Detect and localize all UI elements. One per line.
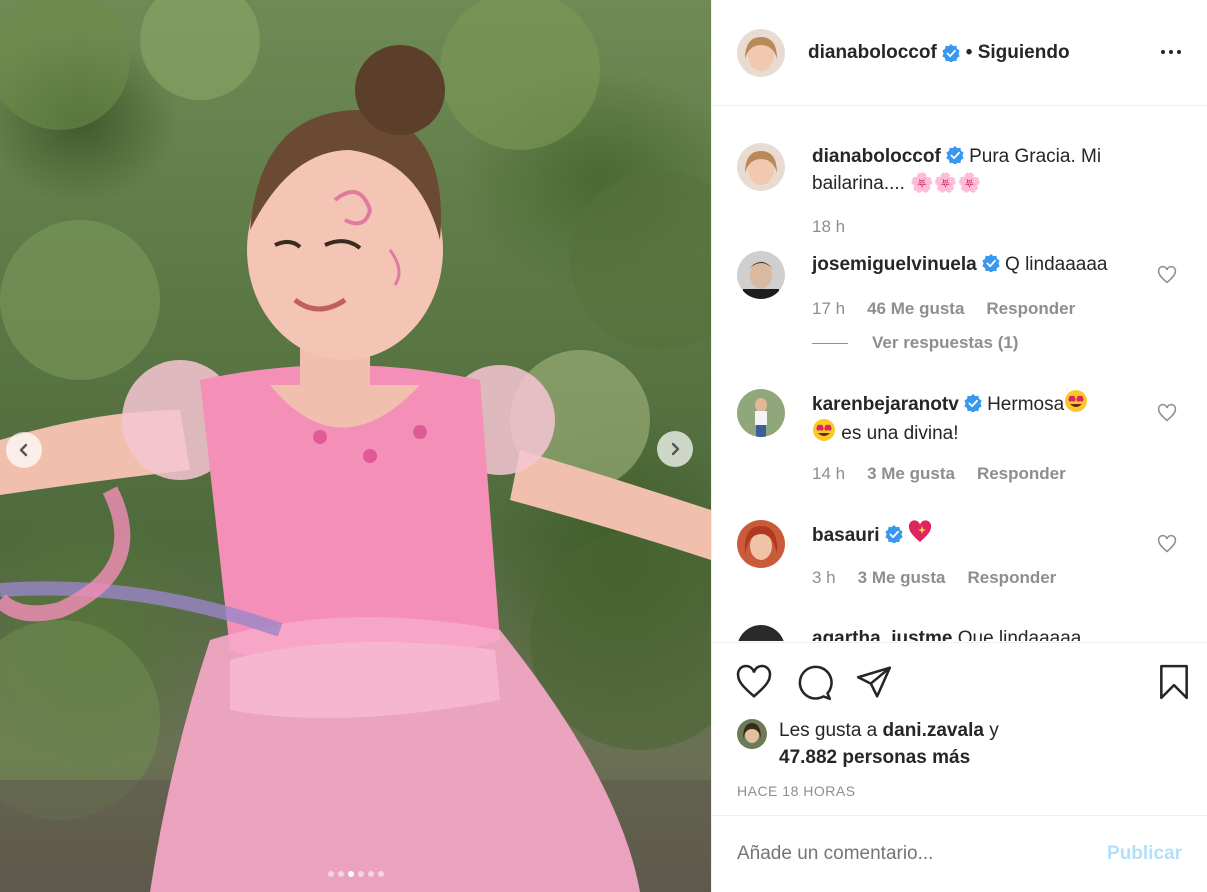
- likes-count[interactable]: 47.882 personas más: [779, 747, 970, 768]
- verified-badge-icon: [884, 525, 903, 543]
- caption-username[interactable]: dianaboloccof: [812, 146, 941, 167]
- comment-username[interactable]: agartha_justme: [812, 628, 952, 641]
- comment-body: josemiguelvinuela Q lindaaaaa: [812, 251, 1137, 278]
- replies-divider: [812, 342, 848, 344]
- carousel-next-button[interactable]: [657, 431, 693, 467]
- heart-eyes-emoji-icon: [1065, 390, 1088, 412]
- author-avatar[interactable]: [737, 143, 785, 191]
- verified-badge-icon: [942, 43, 960, 62]
- post-header: dianaboloccof • Siguiendo: [712, 0, 1207, 106]
- comment-username[interactable]: josemiguelvinuela: [812, 254, 977, 275]
- comment-text: Que lindaaaaa: [957, 628, 1082, 641]
- reply-button[interactable]: Responder: [977, 464, 1066, 483]
- comment-username[interactable]: karenbejaranotv: [812, 394, 959, 415]
- chevron-left-icon: [19, 443, 28, 457]
- reply-button[interactable]: Responder: [968, 568, 1057, 587]
- follow-status[interactable]: • Siguiendo: [966, 42, 1070, 64]
- comment-time: 17 h: [812, 299, 846, 318]
- comment-meta: 17 h 46 Me gusta Responder: [812, 299, 1075, 319]
- caption-time: 18 h: [812, 217, 846, 236]
- view-replies-button[interactable]: Ver respuestas (1): [812, 333, 1018, 353]
- more-dot-icon: [1161, 50, 1165, 54]
- comment-likes[interactable]: 46 Me gusta: [867, 299, 964, 318]
- carousel-dot-active: [347, 871, 354, 877]
- reply-button[interactable]: Responder: [986, 299, 1075, 318]
- likes-prefix: Les gusta a: [779, 720, 878, 741]
- comment-time: 14 h: [812, 464, 846, 483]
- comment-meta: 3 h 3 Me gusta Responder: [812, 568, 1056, 588]
- caption-emojis: 🌸🌸🌸: [910, 173, 982, 194]
- comment-body: basauri: [812, 520, 1137, 549]
- comment-text-continued: es una divina!: [841, 423, 959, 444]
- like-comment-heart-icon[interactable]: [1157, 265, 1177, 285]
- post-timestamp[interactable]: HACE 18 HORAS: [737, 783, 856, 799]
- comment-likes[interactable]: 3 Me gusta: [858, 568, 946, 587]
- more-options-button[interactable]: [1161, 42, 1185, 62]
- comment-meta: 14 h 3 Me gusta Responder: [812, 464, 1066, 484]
- like-heart-icon[interactable]: [735, 663, 773, 701]
- carousel-dot: [337, 871, 344, 877]
- like-comment-heart-icon[interactable]: [1157, 403, 1177, 423]
- carousel-dot: [357, 871, 364, 877]
- post-actions: Les gusta a dani.zavala y 47.882 persona…: [712, 642, 1207, 815]
- likes-summary: Les gusta a dani.zavala y 47.882 persona…: [737, 717, 999, 771]
- comment-text: Q lindaaaaa: [1005, 254, 1108, 275]
- post-comment-button[interactable]: Publicar: [1107, 843, 1182, 865]
- verified-badge-icon: [982, 254, 1000, 272]
- carousel-indicator: [0, 871, 711, 877]
- post-details-panel: dianaboloccof • Siguiendo dianaboloccof: [711, 0, 1207, 892]
- post-photo[interactable]: [0, 0, 711, 892]
- liker-avatar[interactable]: [737, 719, 767, 749]
- comment-body: karenbejaranotv Hermosa es una divina!: [812, 389, 1137, 447]
- sparkling-heart-emoji-icon: [908, 520, 931, 542]
- author-username[interactable]: dianaboloccof: [808, 42, 937, 64]
- commenter-avatar[interactable]: [737, 625, 785, 641]
- carousel-dot: [327, 871, 334, 877]
- save-bookmark-icon[interactable]: [1155, 663, 1193, 701]
- comment-bubble-icon[interactable]: [795, 664, 833, 702]
- carousel-dot: [377, 871, 384, 877]
- like-comment-heart-icon[interactable]: [1157, 534, 1177, 554]
- add-comment-bar: Publicar: [712, 815, 1207, 892]
- comment-time: 3 h: [812, 568, 836, 587]
- share-direct-icon[interactable]: [855, 663, 893, 701]
- commenter-avatar[interactable]: [737, 389, 785, 437]
- commenter-avatar[interactable]: [737, 520, 785, 568]
- comment-likes[interactable]: 3 Me gusta: [867, 464, 955, 483]
- comments-list[interactable]: dianaboloccof Pura Gracia. Mi bailarina.…: [712, 107, 1207, 641]
- likes-connector: y: [989, 720, 999, 741]
- comment-input[interactable]: [737, 843, 1108, 865]
- verified-badge-icon: [964, 394, 982, 412]
- caption-body: dianaboloccof Pura Gracia. Mi bailarina.…: [812, 143, 1137, 197]
- commenter-avatar[interactable]: [737, 251, 785, 299]
- view-replies-label: Ver respuestas (1): [872, 333, 1019, 352]
- more-dot-icon: [1169, 50, 1173, 54]
- liker-username[interactable]: dani.zavala: [883, 720, 984, 741]
- more-dot-icon: [1177, 50, 1181, 54]
- author-avatar[interactable]: [737, 28, 785, 77]
- carousel-prev-button[interactable]: [6, 432, 42, 468]
- comment-username[interactable]: basauri: [812, 525, 880, 546]
- comment-text: Hermosa: [987, 394, 1065, 415]
- verified-badge-icon: [946, 146, 964, 164]
- likes-text: Les gusta a dani.zavala y 47.882 persona…: [779, 717, 999, 771]
- heart-eyes-emoji-icon: [813, 419, 835, 441]
- carousel-dot: [367, 871, 374, 877]
- chevron-right-icon: [671, 442, 680, 456]
- comment-body: agartha_justme Que lindaaaaa: [812, 625, 1137, 641]
- ballerina-photo-illustration: [0, 0, 711, 892]
